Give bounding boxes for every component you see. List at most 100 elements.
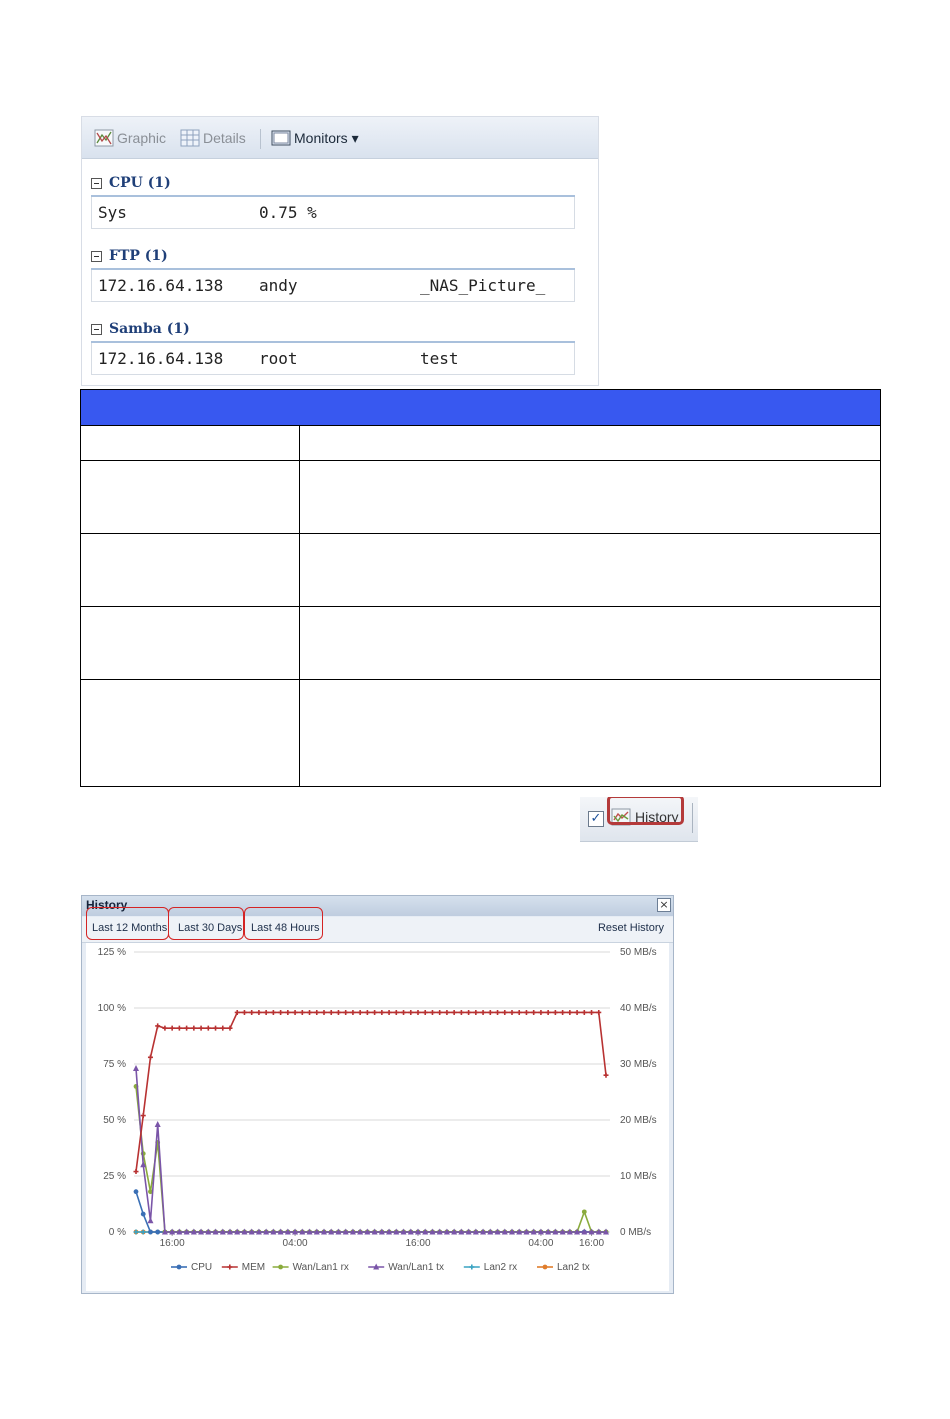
collapse-icon[interactable]: [91, 250, 102, 262]
monitors-dropdown[interactable]: Monitors ▾: [271, 127, 359, 149]
data-point: [148, 1229, 153, 1235]
history-window: History × Last 12 Months Last 30 Days La…: [81, 895, 674, 1294]
ftp-group-title: FTP (1): [109, 248, 168, 264]
data-point: [213, 1025, 219, 1031]
history-toolbar-crop: ✓ History: [580, 797, 698, 842]
y-left-tick-label: 0 %: [109, 1227, 126, 1238]
highlight-box: [244, 907, 323, 940]
toolbar-separator: [260, 129, 261, 149]
table-cell: [80, 425, 300, 461]
samba-group: Samba (1) 172.16.64.138 root test: [91, 317, 575, 375]
samba-ip: 172.16.64.138: [98, 349, 224, 368]
close-icon[interactable]: ×: [657, 898, 671, 912]
y-left-tick-label: 75 %: [103, 1059, 126, 1070]
toolbar-separator: [692, 803, 693, 833]
history-chart: 125 % 50 MB/s 100 % 40 MB/s 75 % 30 MB/s 50 % 2…: [86, 943, 669, 1291]
grid-icon: [180, 129, 200, 147]
data-point: [285, 1009, 291, 1015]
data-point: [155, 1023, 161, 1029]
data-point: [523, 1009, 529, 1015]
data-point: [241, 1009, 247, 1015]
data-point: [140, 1113, 146, 1119]
data-point: [393, 1009, 399, 1015]
data-point: [538, 1009, 544, 1015]
data-point: [270, 1009, 276, 1015]
data-point: [133, 1189, 139, 1195]
data-point: [133, 1064, 139, 1071]
data-point: [335, 1009, 341, 1015]
data-point: [422, 1009, 428, 1015]
highlight-box: [86, 907, 169, 940]
y-right-tick-label: 20 MB/s: [620, 1115, 657, 1126]
y-right-tick-label: 50 MB/s: [620, 947, 657, 958]
data-point: [473, 1009, 479, 1015]
table-cell: [80, 460, 300, 534]
history-checkbox[interactable]: ✓: [588, 811, 604, 827]
y-right-tick-label: 0 MB/s: [620, 1227, 651, 1238]
data-point: [278, 1264, 283, 1270]
y-left-tick-label: 125 %: [98, 947, 126, 958]
data-point: [328, 1009, 334, 1015]
data-point: [147, 1054, 153, 1060]
data-point: [176, 1264, 182, 1270]
data-point: [545, 1009, 551, 1015]
ftp-user: andy: [259, 276, 298, 295]
data-point: [589, 1009, 595, 1015]
collapse-icon[interactable]: [91, 323, 102, 335]
data-point: [437, 1009, 443, 1015]
data-point: [401, 1009, 407, 1015]
table-cell: [80, 606, 300, 680]
data-point: [480, 1009, 486, 1015]
data-point: [379, 1009, 385, 1015]
samba-group-header[interactable]: Samba (1): [91, 317, 575, 343]
data-point: [307, 1009, 313, 1015]
data-point: [386, 1009, 392, 1015]
data-point: [542, 1264, 548, 1270]
highlight-box: [168, 907, 244, 940]
legend-label: Lan2 tx: [557, 1262, 590, 1273]
data-point: [292, 1009, 298, 1015]
samba-group-title: Samba (1): [109, 321, 190, 337]
legend-label: Wan/Lan1 tx: [388, 1262, 444, 1273]
table-cell: [299, 533, 881, 607]
cpu-value: 0.75 %: [259, 203, 317, 222]
data-point: [567, 1009, 573, 1015]
data-point: [133, 1229, 139, 1235]
data-point: [169, 1025, 175, 1031]
data-point: [205, 1025, 211, 1031]
data-point: [581, 1209, 587, 1215]
data-point: [154, 1120, 161, 1127]
data-point: [176, 1025, 182, 1031]
legend-label: Lan2 rx: [484, 1262, 517, 1273]
data-point: [220, 1025, 226, 1031]
data-point: [603, 1072, 609, 1078]
table-cell: [299, 460, 881, 534]
cpu-group-header[interactable]: CPU (1): [91, 171, 575, 197]
data-point: [314, 1009, 320, 1015]
x-tick-label: 16:00: [160, 1238, 185, 1249]
data-point: [560, 1009, 566, 1015]
data-point: [574, 1009, 580, 1015]
graphic-button[interactable]: Graphic: [94, 127, 166, 149]
details-button[interactable]: Details: [180, 127, 246, 149]
data-point: [350, 1009, 356, 1015]
table-cell: [299, 606, 881, 680]
series-line: [135, 1011, 607, 1172]
data-point: [321, 1009, 327, 1015]
data-point: [191, 1025, 197, 1031]
data-point: [429, 1009, 435, 1015]
table-row: 172.16.64.138 root test: [91, 343, 575, 375]
data-point: [263, 1009, 269, 1015]
description-table: [80, 389, 881, 787]
collapse-icon[interactable]: [91, 177, 102, 189]
table-cell: [80, 533, 300, 607]
y-left-tick-label: 25 %: [103, 1171, 126, 1182]
data-point: [278, 1009, 284, 1015]
data-point: [249, 1009, 255, 1015]
ftp-group-header[interactable]: FTP (1): [91, 244, 575, 270]
history-chart-svg: 125 % 50 MB/s 100 % 40 MB/s 75 % 30 MB/s 50 % 2…: [98, 947, 657, 1273]
data-point: [343, 1009, 349, 1015]
reset-history-link[interactable]: Reset History: [598, 922, 664, 934]
samba-user: root: [259, 349, 298, 368]
data-point: [552, 1009, 558, 1015]
